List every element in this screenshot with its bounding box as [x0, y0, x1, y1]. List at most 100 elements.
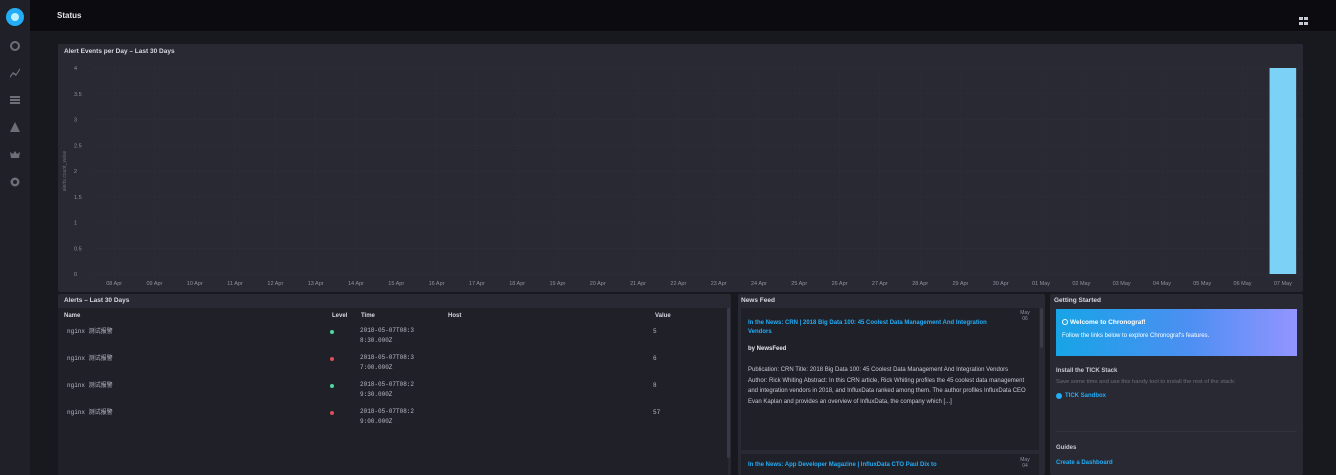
x-tick-label: 04 May	[1153, 281, 1171, 287]
alert-name: nginx 测试报警	[67, 382, 113, 389]
y-tick-label: 3.5	[74, 92, 82, 98]
x-tick-label: 19 Apr	[549, 281, 565, 287]
github-icon	[1056, 393, 1062, 399]
news-feed-cell: News Feed May 06 In the News: CRN | 2018 …	[738, 294, 1045, 475]
news-feed-title: News Feed	[741, 297, 775, 304]
news-body: Publication: CRN Title: 2018 Big Data 10…	[748, 367, 1026, 405]
y-tick-label: 1.5	[74, 195, 82, 201]
chronograf-logo-icon	[1062, 319, 1068, 325]
alert-name: nginx 测试报警	[67, 355, 113, 362]
x-tick-label: 25 Apr	[791, 281, 807, 287]
alert-time: 2018-05-07T08:3 7:00.000Z	[360, 354, 415, 371]
news-headline-link[interactable]: In the News: App Developer Magazine | In…	[748, 461, 1008, 470]
x-tick-label: 14 Apr	[348, 281, 364, 287]
install-tick-text: Save some time and use this handy tool t…	[1056, 379, 1236, 385]
level-indicator	[330, 357, 334, 361]
install-tick-heading: Install the TICK Stack	[1056, 368, 1118, 374]
table-row: nginx 测试报警 2018-05-07T08:3 8:30.000Z 5	[58, 327, 718, 353]
x-tick-label: 13 Apr	[308, 281, 324, 287]
y-tick-label: 1	[74, 221, 77, 227]
column-header-level[interactable]: Level	[332, 313, 347, 319]
x-tick-label: 28 Apr	[912, 281, 928, 287]
level-indicator	[330, 330, 334, 334]
alert-time: 2018-05-07T08:2 9:00.000Z	[360, 408, 415, 425]
x-tick-label: 09 Apr	[146, 281, 162, 287]
table-row: nginx 测试报警 2018-05-07T08:3 7:00.000Z 6	[58, 354, 718, 380]
alert-time: 2018-05-07T08:3 8:30.000Z	[360, 327, 415, 344]
create-dashboard-link[interactable]: Create a Dashboard	[1056, 460, 1297, 466]
getting-started-title: Getting Started	[1054, 297, 1101, 304]
presentation-mode-icon[interactable]	[1299, 12, 1308, 25]
news-headline-link[interactable]: In the News: CRN | 2018 Big Data 100: 45…	[748, 319, 988, 337]
config-gear-icon[interactable]	[0, 172, 30, 192]
alert-name: nginx 测试报警	[67, 409, 113, 416]
x-tick-label: 22 Apr	[670, 281, 686, 287]
news-item: May 06 In the News: CRN | 2018 Big Data 1…	[741, 308, 1039, 450]
dashboard-icon[interactable]	[0, 36, 30, 56]
divider	[1056, 431, 1297, 432]
alert-events-graph-cell: 0 0.5 1 1.5 2 2.5 3 3.5 4 08 Apr 09 Apr 10 Apr 11 A…	[58, 44, 1303, 292]
x-tick-label: 08 Apr	[106, 281, 122, 287]
alerts-table-cell: Alerts – Last 30 Days Name Level Time Ho…	[58, 294, 731, 475]
x-tick-label: 24 Apr	[751, 281, 767, 287]
y-tick-label: 4	[74, 66, 77, 72]
y-axis-label: alerts.count_value	[62, 150, 68, 191]
graph-title: Alert Events per Day – Last 30 Days	[64, 48, 175, 55]
alert-name: nginx 测试报警	[67, 328, 113, 335]
alert-time: 2018-05-07T08:2 9:30.000Z	[360, 381, 415, 398]
x-tick-label: 06 May	[1234, 281, 1252, 287]
x-tick-label: 07 May	[1274, 281, 1292, 287]
welcome-body: Follow the links below to explore Chrono…	[1062, 333, 1210, 339]
table-row: nginx 测试报警 2018-05-07T08:2 9:30.000Z 8	[58, 381, 718, 407]
x-tick-label: 18 Apr	[509, 281, 525, 287]
chart-bar[interactable]	[1269, 68, 1297, 274]
x-tick-label: 30 Apr	[993, 281, 1009, 287]
x-tick-label: 17 Apr	[469, 281, 485, 287]
column-header-name[interactable]: Name	[64, 313, 80, 319]
x-tick-label: 01 May	[1032, 281, 1050, 287]
alerts-scrollbar[interactable]	[727, 308, 730, 458]
x-tick-label: 03 May	[1113, 281, 1131, 287]
news-scrollbar[interactable]	[1040, 308, 1043, 348]
column-header-host[interactable]: Host	[448, 313, 461, 319]
alert-value: 6	[653, 355, 657, 362]
explore-icon[interactable]	[0, 63, 30, 83]
alerts-title: Alerts – Last 30 Days	[64, 297, 130, 304]
page-title: Status	[57, 11, 82, 20]
alerting-icon[interactable]	[0, 117, 30, 137]
column-header-time[interactable]: Time	[361, 313, 375, 319]
y-tick-label: 0	[74, 272, 77, 278]
getting-started-cell: Getting Started Welcome to Chronograf! F…	[1050, 294, 1303, 475]
y-tick-label: 2.5	[74, 143, 82, 149]
table-row: nginx 测试报警 2018-05-07T08:2 9:00.000Z 57	[58, 408, 718, 434]
guides-section: Guides Create a Dashboard	[1056, 445, 1297, 466]
alert-value: 8	[653, 382, 657, 389]
y-tick-label: 2	[74, 169, 77, 175]
alert-value: 57	[653, 409, 661, 416]
news-author: by NewsFeed	[748, 346, 787, 352]
y-tick-label: 0.5	[74, 246, 82, 252]
tick-sandbox-link[interactable]: TICK Sandbox	[1056, 393, 1297, 399]
x-tick-label: 16 Apr	[429, 281, 445, 287]
x-tick-label: 15 Apr	[388, 281, 404, 287]
news-date: May 06	[1020, 310, 1030, 322]
x-tick-label: 23 Apr	[711, 281, 727, 287]
dashboards-list-icon[interactable]	[0, 90, 30, 110]
chronograf-logo-icon[interactable]	[6, 8, 24, 26]
x-tick-label: 05 May	[1193, 281, 1211, 287]
x-tick-label: 11 Apr	[227, 281, 243, 287]
admin-crown-icon[interactable]	[0, 144, 30, 164]
y-tick-label: 3	[74, 118, 77, 124]
chronograf-app: Status 0 0.5 1 1.5 2 2.5 3 3.5 4 08 Apr 09 Apr 10 …	[0, 0, 1336, 475]
alert-events-chart: 0 0.5 1 1.5 2 2.5 3 3.5 4 08 Apr 09 Apr 10 Apr 11 A…	[62, 66, 1303, 287]
column-header-value[interactable]: Value	[655, 313, 671, 319]
news-date: May 04	[1020, 457, 1030, 469]
alert-value: 5	[653, 328, 657, 335]
x-tick-label: 21 Apr	[630, 281, 646, 287]
level-indicator	[330, 411, 334, 415]
x-tick-label: 02 May	[1072, 281, 1090, 287]
install-tick-section: Install the TICK Stack Save some time an…	[1056, 368, 1297, 399]
x-tick-label: 10 Apr	[187, 281, 203, 287]
welcome-banner: Welcome to Chronograf! Follow the links …	[1056, 309, 1297, 356]
x-tick-label: 26 Apr	[832, 281, 848, 287]
